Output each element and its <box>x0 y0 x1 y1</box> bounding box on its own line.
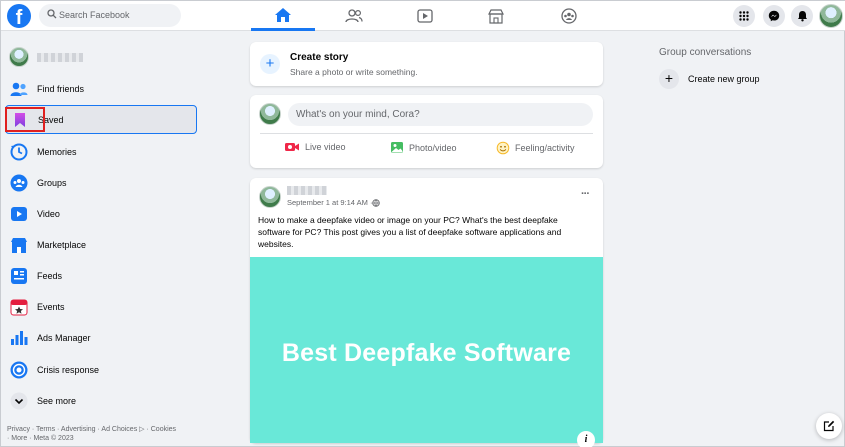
tab-groups[interactable] <box>537 1 601 31</box>
events-icon <box>9 297 29 317</box>
grid-menu-icon <box>739 11 749 21</box>
feed-post: September 1 at 9:14 AM · ··· How to make… <box>250 178 603 447</box>
search-bar[interactable]: Search Facebook <box>39 4 181 27</box>
find-friends-icon <box>9 79 29 99</box>
post-author-avatar[interactable] <box>259 186 281 208</box>
action-label: Photo/video <box>409 142 457 153</box>
watch-icon <box>417 9 433 23</box>
groups-icon <box>9 173 29 193</box>
post-image[interactable]: Best Deepfake Software i <box>250 257 603 447</box>
memories-clock-icon <box>9 142 29 162</box>
notifications-button[interactable] <box>791 5 813 27</box>
sidebar-item-memories[interactable]: Memories <box>5 138 197 166</box>
sidebar-item-video[interactable]: Video <box>5 200 197 228</box>
create-new-group-label: Create new group <box>688 74 760 84</box>
action-label: Live video <box>305 142 346 152</box>
messenger-button[interactable] <box>763 5 785 27</box>
tab-friends[interactable] <box>322 1 386 31</box>
highlight-box <box>5 107 45 132</box>
sidebar-item-label: Groups <box>37 178 67 188</box>
home-icon <box>275 7 291 22</box>
marketplace-icon <box>488 8 504 24</box>
ads-manager-icon <box>9 328 29 348</box>
create-new-group-button[interactable]: + Create new group <box>659 69 760 89</box>
sidebar-item-label: Ads Manager <box>37 333 91 343</box>
smiley-icon <box>496 141 510 155</box>
footer-line[interactable]: Privacy · Terms · Advertising · Ad Choic… <box>7 425 197 434</box>
sidebar-item-marketplace[interactable]: Marketplace <box>5 231 197 259</box>
marketplace-icon <box>9 235 29 255</box>
tab-watch[interactable] <box>393 1 457 31</box>
sidebar-item-events[interactable]: Events <box>5 293 197 321</box>
plus-icon: + <box>260 54 280 74</box>
tab-home[interactable] <box>251 1 315 31</box>
groups-icon <box>561 8 577 24</box>
facebook-logo[interactable]: f <box>7 4 31 28</box>
top-navigation-bar: f Search Facebook <box>1 1 845 31</box>
friends-icon <box>345 9 363 23</box>
sidebar-item-label: Events <box>37 302 65 312</box>
chevron-down-icon <box>9 391 29 411</box>
bell-icon <box>797 11 807 22</box>
photo-video-button[interactable]: Photo/video <box>390 141 457 154</box>
sidebar-item-label: Marketplace <box>37 240 87 250</box>
feeling-activity-button[interactable]: Feeling/activity <box>496 141 575 155</box>
user-name-blurred[interactable] <box>37 53 83 62</box>
search-icon <box>47 9 57 19</box>
search-placeholder: Search Facebook <box>59 10 130 20</box>
info-icon[interactable]: i <box>577 431 595 447</box>
sidebar-item-label: Video <box>37 209 60 219</box>
sidebar-item-label: See more <box>37 396 77 406</box>
compose-edit-icon <box>823 420 835 432</box>
footer-links[interactable]: Privacy · Terms · Advertising · Ad Choic… <box>7 425 197 443</box>
sidebar-item-find-friends[interactable]: Find friends <box>5 75 197 103</box>
footer-line[interactable]: · More · Meta © 2023 <box>7 434 197 443</box>
plus-icon: + <box>659 69 679 89</box>
create-story-title: Create story <box>290 52 349 63</box>
live-video-button[interactable]: Live video <box>284 141 346 153</box>
composer-divider <box>260 133 593 134</box>
sidebar-item-label: Memories <box>37 147 77 157</box>
post-more-options-icon[interactable]: ··· <box>581 188 590 200</box>
photo-icon <box>391 142 403 153</box>
profile-avatar[interactable] <box>819 4 843 28</box>
post-composer: What's on your mind, Cora? Live video Ph… <box>250 95 603 168</box>
post-text: How to make a deepfake video or image on… <box>258 215 562 249</box>
action-label: Feeling/activity <box>515 143 575 153</box>
sidebar-item-ads-manager[interactable]: Ads Manager <box>5 324 197 352</box>
whats-on-your-mind-input[interactable]: What's on your mind, Cora? <box>288 103 593 126</box>
video-icon <box>9 204 29 224</box>
sidebar-item-crisis-response[interactable]: Crisis response <box>5 356 197 384</box>
sidebar-item-feeds[interactable]: Feeds <box>5 262 197 290</box>
feeds-icon <box>9 266 29 286</box>
new-message-button[interactable] <box>816 413 842 439</box>
create-story-card[interactable]: + Create story Share a photo or write so… <box>250 42 603 86</box>
create-story-subtitle: Share a photo or write something. <box>290 67 418 77</box>
post-author-name-blurred[interactable] <box>287 186 327 195</box>
sidebar-item-see-more[interactable]: See more <box>5 387 197 415</box>
group-conversations-title: Group conversations <box>659 47 752 58</box>
post-timestamp[interactable]: September 1 at 9:14 AM · <box>287 198 372 207</box>
globe-icon <box>372 198 381 207</box>
post-meta: September 1 at 9:14 AM · <box>287 198 381 207</box>
tab-marketplace[interactable] <box>464 1 528 31</box>
facebook-logo-letter: f <box>15 7 23 28</box>
sidebar-item-label: Crisis response <box>37 365 100 375</box>
messenger-icon <box>768 10 780 22</box>
live-video-icon <box>285 143 299 151</box>
sidebar-item-groups[interactable]: Groups <box>5 169 197 197</box>
composer-avatar[interactable] <box>259 103 281 125</box>
post-image-headline: Best Deepfake Software <box>281 339 572 367</box>
sidebar-item-label: Feeds <box>37 271 63 281</box>
sidebar-item-label: Find friends <box>37 84 85 94</box>
user-avatar[interactable] <box>9 47 29 67</box>
crisis-response-icon <box>9 360 29 380</box>
menu-button[interactable] <box>733 5 755 27</box>
